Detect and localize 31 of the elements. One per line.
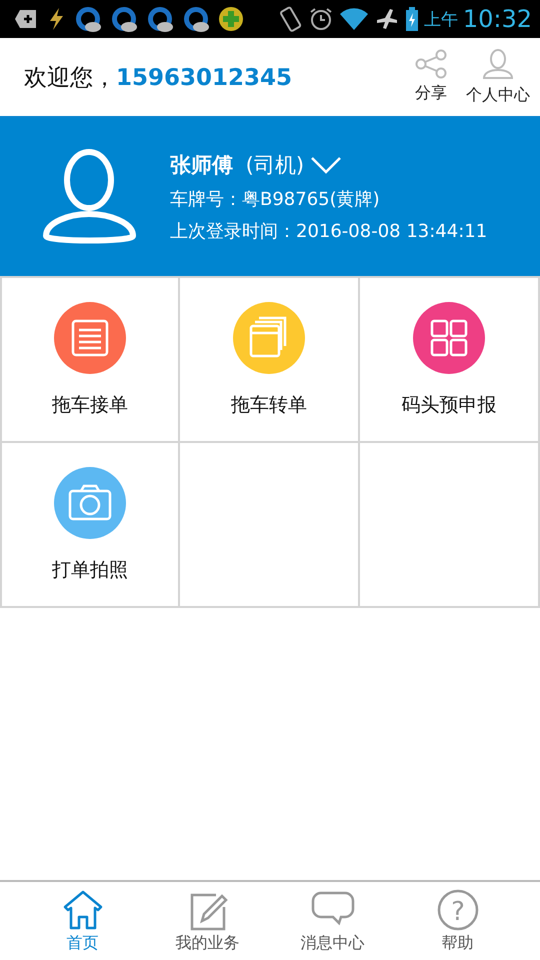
profile-button[interactable]: 个人中心 bbox=[466, 48, 530, 106]
last-login-time: 上次登录时间：2016-08-08 13:44:11 bbox=[170, 220, 488, 243]
battery-icon bbox=[404, 6, 419, 32]
weather-app-icon bbox=[146, 5, 174, 33]
weather-app-icon bbox=[110, 5, 138, 33]
phone-number: 15963012345 bbox=[116, 64, 292, 90]
share-button[interactable]: 分享 bbox=[414, 48, 448, 106]
welcome-text: 欢迎您， bbox=[24, 64, 116, 90]
plate-number: 车牌号：粤B98765(黄牌) bbox=[170, 188, 381, 211]
time-period: 上午 bbox=[424, 8, 458, 30]
share-icon bbox=[414, 48, 448, 78]
nav-tab[interactable]: 消息中心 bbox=[278, 882, 388, 960]
weather-app-icon bbox=[182, 5, 210, 33]
menu-tile[interactable]: 打单拍照 bbox=[0, 443, 180, 608]
nav-tab[interactable]: 首页 bbox=[28, 882, 138, 960]
vibrate-icon bbox=[278, 5, 303, 33]
wifi-icon bbox=[338, 7, 369, 31]
menu-tile[interactable]: 码头预申报 bbox=[360, 278, 540, 443]
weather-app-icon bbox=[74, 5, 102, 33]
clock-time: 10:32 bbox=[462, 5, 532, 33]
menu-tile[interactable]: 拖车转单 bbox=[180, 278, 360, 443]
nav-tab[interactable]: 我的业务 bbox=[152, 882, 262, 960]
nav-tab[interactable]: ? 帮助 bbox=[402, 882, 512, 960]
person-icon bbox=[481, 48, 515, 80]
chevron-down-icon bbox=[310, 156, 342, 174]
help-icon: ? bbox=[436, 888, 480, 930]
security-app-icon bbox=[218, 6, 244, 32]
menu-tile[interactable]: 拖车接单 bbox=[0, 278, 180, 443]
driver-name-dropdown[interactable]: 张师傅 (司机) bbox=[170, 151, 488, 179]
alarm-icon bbox=[308, 6, 334, 32]
add-icon bbox=[14, 8, 38, 30]
